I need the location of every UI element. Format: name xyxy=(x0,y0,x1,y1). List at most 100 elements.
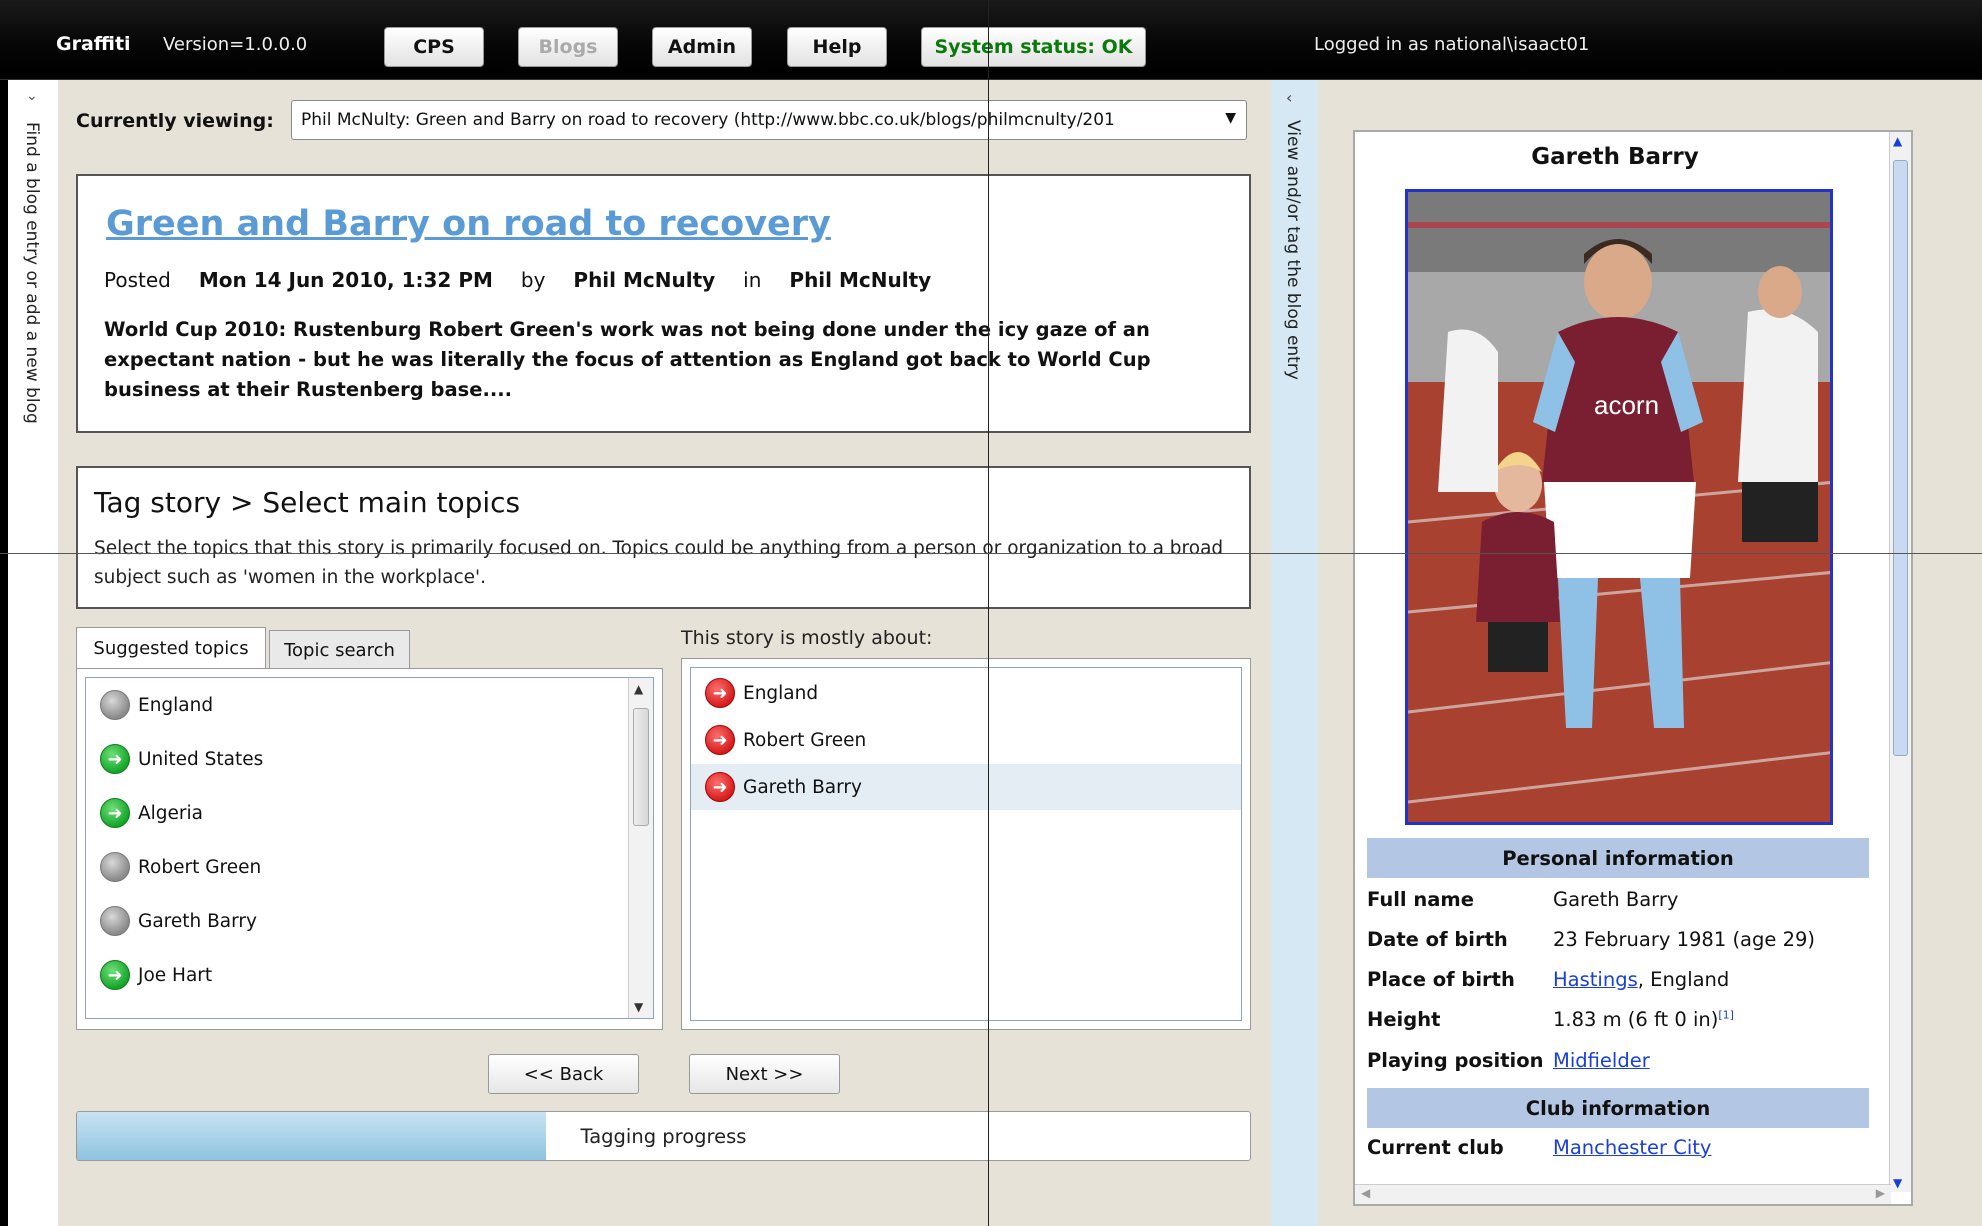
midfielder-link[interactable]: Midfielder xyxy=(1553,1049,1650,1072)
posted-label: Posted xyxy=(104,268,171,292)
currently-viewing-label: Currently viewing: xyxy=(76,110,274,132)
list-item[interactable]: Robert Green xyxy=(86,844,261,890)
topic-label: England xyxy=(138,694,214,716)
scroll-up-icon[interactable]: ▲ xyxy=(634,682,643,696)
scroll-thumb[interactable] xyxy=(1893,160,1908,756)
app-brand: Graffiti xyxy=(56,33,131,55)
logged-in-user: Logged in as national\isaact01 xyxy=(1314,34,1590,55)
blog-name: Phil McNulty xyxy=(789,268,932,292)
wiki-row-value: 23 February 1981 (age 29) xyxy=(1553,928,1815,951)
green-arrow-icon[interactable]: ➜ xyxy=(100,798,130,828)
green-arrow-icon[interactable]: ➜ xyxy=(100,960,130,990)
wiki-row-value: Gareth Barry xyxy=(1553,888,1679,911)
list-item[interactable]: ➜ Robert Green xyxy=(691,717,1241,763)
progress-label: Tagging progress xyxy=(580,1124,747,1148)
wiki-row: Date of birth 23 February 1981 (age 29) xyxy=(1367,924,1867,958)
wiki-row-value: 1.83 m (6 ft 0 in)[1] xyxy=(1553,1008,1734,1031)
guide-line-horizontal xyxy=(0,553,1982,554)
scroll-right-icon[interactable]: ▶ xyxy=(1876,1186,1885,1200)
wiki-title: Gareth Barry xyxy=(1531,144,1699,170)
red-remove-arrow-icon[interactable]: ➜ xyxy=(705,725,735,755)
topic-label: Robert Green xyxy=(743,729,867,751)
scroll-left-icon[interactable]: ◀ xyxy=(1361,1186,1370,1200)
wiki-row: Full name Gareth Barry xyxy=(1367,884,1867,918)
tag-story-instructions: Select the topics that this story is pri… xyxy=(94,538,1224,588)
citation-link[interactable]: [1] xyxy=(1718,1009,1734,1022)
top-bar: Graffiti Version=1.0.0.0 CPS Blogs Admin… xyxy=(0,0,1982,80)
story-about-label: This story is mostly about: xyxy=(681,627,933,649)
blog-entry-meta: Posted Mon 14 Jun 2010, 1:32 PM by Phil McN… xyxy=(104,268,931,292)
tagging-workspace: Currently viewing: Phil McNulty: Green a… xyxy=(58,80,1271,1226)
story-about-list: ➜ England ➜ Robert Green ➜ Gareth Barry xyxy=(690,667,1242,1021)
by-label: by xyxy=(520,268,546,292)
gray-circle-icon[interactable] xyxy=(100,852,130,882)
story-about-panel: ➜ England ➜ Robert Green ➜ Gareth Barry xyxy=(681,658,1251,1030)
hastings-link[interactable]: Hastings xyxy=(1553,968,1638,991)
scroll-down-icon[interactable]: ▼ xyxy=(1893,1176,1902,1190)
posted-date: Mon 14 Jun 2010, 1:32 PM xyxy=(198,268,493,292)
topic-label: United States xyxy=(138,748,264,770)
help-button[interactable]: Help xyxy=(787,27,887,67)
gray-circle-icon[interactable] xyxy=(100,906,130,936)
suggested-topics-scrollbar[interactable]: ▲ ▼ xyxy=(628,678,653,1018)
wiki-row: Place of birth Hastings, England xyxy=(1367,964,1867,998)
system-status-button[interactable]: System status: OK xyxy=(921,27,1146,67)
in-label: in xyxy=(743,268,762,292)
blogs-button[interactable]: Blogs xyxy=(518,27,618,67)
wiki-horizontal-scrollbar[interactable]: ◀ ▶ xyxy=(1355,1184,1891,1204)
tab-suggested-topics[interactable]: Suggested topics xyxy=(76,627,266,669)
wiki-row: Height 1.83 m (6 ft 0 in)[1] xyxy=(1367,1004,1867,1038)
topic-label: Robert Green xyxy=(138,856,262,878)
red-remove-arrow-icon[interactable]: ➜ xyxy=(705,678,735,708)
chevron-left-icon[interactable]: ‹ xyxy=(1286,88,1292,107)
wiki-vertical-scrollbar[interactable]: ▲ ▼ xyxy=(1889,132,1911,1192)
tag-blog-panel-strip[interactable]: ‹ View and/or tag the blog entry xyxy=(1271,80,1318,1226)
red-remove-arrow-icon[interactable]: ➜ xyxy=(705,772,735,802)
list-item[interactable]: ➜ United States xyxy=(86,736,263,782)
tag-blog-label[interactable]: View and/or tag the blog entry xyxy=(1283,120,1303,380)
topic-label: England xyxy=(743,682,819,704)
wiki-row-key: Full name xyxy=(1367,888,1474,911)
scroll-up-icon[interactable]: ▲ xyxy=(1893,134,1902,148)
topic-label: Gareth Barry xyxy=(743,776,862,798)
blog-entry-card: Green and Barry on road to recovery Post… xyxy=(76,174,1251,433)
photo-sponsor-text: acorn xyxy=(1594,390,1659,420)
green-arrow-icon[interactable]: ➜ xyxy=(100,744,130,774)
scroll-thumb[interactable] xyxy=(633,708,649,826)
list-item[interactable]: ➜ Joe Hart xyxy=(86,952,212,998)
wiki-row: Current club Manchester City xyxy=(1367,1132,1867,1166)
wiki-row-key: Height xyxy=(1367,1008,1441,1031)
find-blog-panel-collapsed[interactable]: ⌄ Find a blog entry or add a new blog xyxy=(8,80,58,1226)
currently-viewing-select[interactable]: Phil McNulty: Green and Barry on road to… xyxy=(291,100,1247,140)
gray-circle-icon[interactable] xyxy=(100,690,130,720)
dropdown-arrow-icon[interactable]: ▼ xyxy=(1225,110,1236,126)
wiki-row: Playing position Midfielder xyxy=(1367,1045,1867,1079)
tab-topic-search[interactable]: Topic search xyxy=(269,630,410,670)
current-club-link[interactable]: Manchester City xyxy=(1553,1136,1711,1159)
topic-label: Joe Hart xyxy=(138,964,213,986)
chevron-down-icon[interactable]: ⌄ xyxy=(26,88,38,104)
wiki-row-value-suffix: , England xyxy=(1637,968,1730,991)
list-item[interactable]: ➜ England xyxy=(691,670,1241,716)
admin-button[interactable]: Admin xyxy=(652,27,752,67)
find-blog-label[interactable]: Find a blog entry or add a new blog xyxy=(22,122,42,424)
suggested-topics-panel: England ➜ United States ➜ Algeria Robert… xyxy=(76,668,663,1030)
breadcrumb: Tag story > Select main topics xyxy=(94,486,521,519)
blog-entry-title[interactable]: Green and Barry on road to recovery xyxy=(106,204,831,244)
list-item[interactable]: Gareth Barry xyxy=(86,898,257,944)
topic-label: Gareth Barry xyxy=(138,910,257,932)
player-photo: acorn xyxy=(1405,189,1833,825)
scroll-down-icon[interactable]: ▼ xyxy=(634,1000,643,1014)
suggested-topics-list: England ➜ United States ➜ Algeria Robert… xyxy=(85,677,654,1019)
back-button[interactable]: << Back xyxy=(488,1054,639,1094)
list-item[interactable]: ➜ Algeria xyxy=(86,790,203,836)
next-button[interactable]: Next >> xyxy=(689,1054,840,1094)
wiki-row-key: Date of birth xyxy=(1367,928,1508,951)
cps-button[interactable]: CPS xyxy=(384,27,484,67)
wiki-row-key: Playing position xyxy=(1367,1049,1544,1072)
wiki-row-key: Place of birth xyxy=(1367,968,1515,991)
list-item-selected[interactable]: ➜ Gareth Barry xyxy=(691,764,1241,810)
topic-label: Algeria xyxy=(138,802,204,824)
list-item[interactable]: England xyxy=(86,682,213,728)
height-value: 1.83 m (6 ft 0 in) xyxy=(1553,1008,1719,1031)
